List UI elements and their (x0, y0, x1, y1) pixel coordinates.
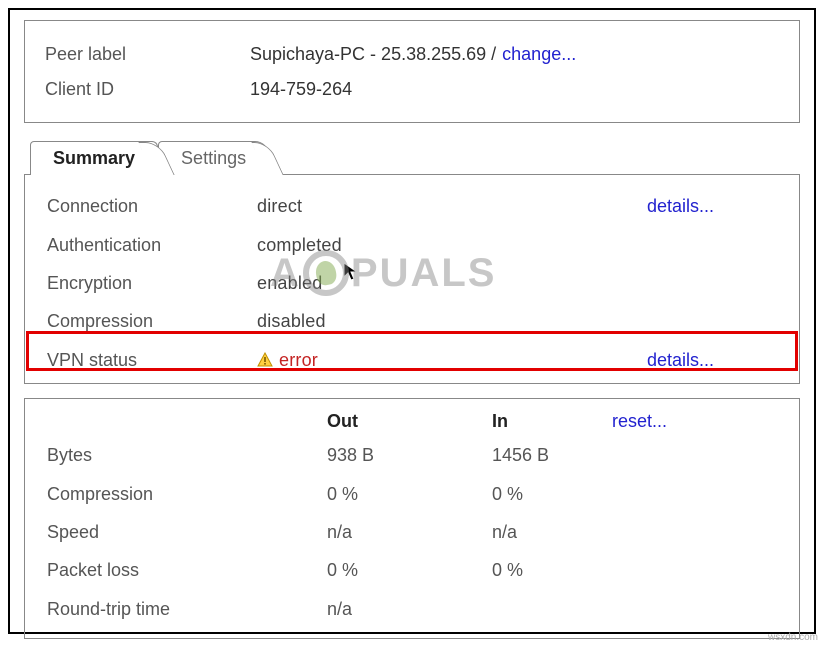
auth-value: completed (257, 229, 647, 261)
connection-details-link[interactable]: details... (647, 190, 777, 222)
vpn-details-link[interactable]: details... (647, 344, 777, 376)
peer-label-value: Supichaya-PC - 25.38.255.69 / (250, 39, 496, 70)
bytes-label: Bytes (47, 439, 327, 471)
client-id-row: Client ID 194-759-264 (45, 74, 779, 105)
rtt-out: n/a (327, 593, 492, 625)
stats-compression-out: 0 % (327, 478, 492, 510)
rtt-in (492, 593, 612, 625)
summary-panel: Connection direct details... Authenticat… (24, 174, 800, 384)
peer-info-box: Peer label Supichaya-PC - 25.38.255.69 /… (24, 20, 800, 123)
mouse-cursor-icon (343, 260, 359, 280)
speed-in: n/a (492, 516, 612, 548)
speed-label: Speed (47, 516, 327, 548)
auth-label: Authentication (47, 229, 257, 261)
bytes-out: 938 B (327, 439, 492, 471)
packet-loss-row: Packet loss 0 % 0 % (25, 551, 799, 589)
encryption-label: Encryption (47, 267, 257, 299)
speed-row: Speed n/a n/a (25, 513, 799, 551)
packet-loss-in: 0 % (492, 554, 612, 586)
stats-compression-in: 0 % (492, 478, 612, 510)
stats-col-out: Out (327, 411, 492, 432)
encryption-row: Encryption enabled (25, 264, 799, 302)
compression-value: disabled (257, 305, 647, 337)
stats-compression-label: Compression (47, 478, 327, 510)
compression-row: Compression disabled (25, 302, 799, 340)
warning-icon (257, 352, 273, 368)
stats-compression-row: Compression 0 % 0 % (25, 475, 799, 513)
reset-link[interactable]: reset... (612, 411, 777, 432)
vpn-status-value: error (279, 344, 318, 376)
main-panel: Peer label Supichaya-PC - 25.38.255.69 /… (8, 8, 816, 634)
encryption-value: enabled (257, 267, 647, 299)
connection-row: Connection direct details... (25, 187, 799, 225)
connection-label: Connection (47, 190, 257, 222)
tab-settings[interactable]: Settings (158, 141, 269, 175)
peer-label-value-wrap: Supichaya-PC - 25.38.255.69 / change... (250, 39, 779, 70)
vpn-status-row: VPN status error details... (25, 341, 799, 379)
client-id-value: 194-759-264 (250, 74, 779, 105)
stats-col-in: In (492, 411, 612, 432)
stats-header: Out In reset... (25, 403, 799, 436)
stats-col-blank (47, 411, 327, 432)
stats-panel: Out In reset... Bytes 938 B 1456 B Compr… (24, 398, 800, 639)
auth-row: Authentication completed (25, 226, 799, 264)
tabs-container: Summary Settings Connection direct detai… (24, 141, 800, 384)
rtt-row: Round-trip time n/a (25, 590, 799, 628)
vpn-status-value-wrap: error (257, 344, 647, 376)
packet-loss-label: Packet loss (47, 554, 327, 586)
rtt-label: Round-trip time (47, 593, 327, 625)
change-link[interactable]: change... (502, 39, 576, 70)
bytes-in: 1456 B (492, 439, 612, 471)
tabs: Summary Settings (30, 141, 800, 175)
connection-value: direct (257, 190, 647, 222)
packet-loss-out: 0 % (327, 554, 492, 586)
source-footer: wsxdn.com (768, 632, 818, 643)
peer-label-caption: Peer label (45, 39, 250, 70)
client-id-caption: Client ID (45, 74, 250, 105)
peer-label-row: Peer label Supichaya-PC - 25.38.255.69 /… (45, 39, 779, 70)
bytes-row: Bytes 938 B 1456 B (25, 436, 799, 474)
speed-out: n/a (327, 516, 492, 548)
tab-summary[interactable]: Summary (30, 141, 158, 175)
vpn-status-label: VPN status (47, 344, 257, 376)
compression-label: Compression (47, 305, 257, 337)
